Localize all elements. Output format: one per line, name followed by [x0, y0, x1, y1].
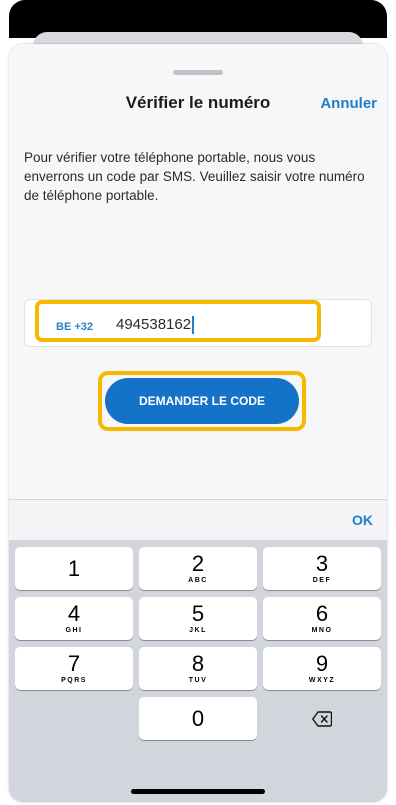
key-3[interactable]: 3 DEF	[263, 547, 381, 590]
key-7[interactable]: 7 PQRS	[15, 647, 133, 690]
phone-number-input[interactable]: 494538162	[116, 314, 195, 336]
country-code-selector[interactable]: BE +32	[56, 320, 93, 334]
cancel-button[interactable]: Annuler	[320, 95, 377, 112]
key-6[interactable]: 6 MNO	[263, 597, 381, 640]
key-digit: 4	[67, 601, 81, 626]
key-digit: 0	[191, 706, 205, 731]
delete-key[interactable]	[263, 697, 381, 740]
key-digit: 6	[315, 601, 329, 626]
keyboard-toolbar: OK	[9, 499, 387, 540]
key-digit: 8	[191, 651, 205, 676]
key-letters: PQRS	[61, 677, 87, 684]
key-2[interactable]: 2 ABC	[139, 547, 257, 590]
key-9[interactable]: 9 WXYZ	[263, 647, 381, 690]
key-digit: 5	[191, 601, 205, 626]
numeric-keypad: 1 2 ABC 3 DEF 4 GHI 5 JKL 6 MNO 7 PQRS 8…	[9, 540, 387, 802]
ok-button[interactable]: OK	[352, 512, 373, 528]
description-text: Pour vérifier votre téléphone portable, …	[24, 150, 365, 203]
key-letters: JKL	[189, 627, 207, 634]
key-letters: ABC	[188, 577, 208, 584]
key-digit: 3	[315, 551, 329, 576]
phone-screen: Vérifier le numéro Annuler Pour vérifier…	[9, 44, 387, 802]
key-digit: 1	[67, 556, 81, 581]
backspace-icon	[312, 710, 332, 727]
key-5[interactable]: 5 JKL	[139, 597, 257, 640]
key-letters: TUV	[188, 677, 208, 684]
key-0[interactable]: 0	[139, 697, 257, 740]
key-letters: GHI	[65, 627, 83, 634]
home-indicator[interactable]	[131, 789, 265, 794]
key-4[interactable]: 4 GHI	[15, 597, 133, 640]
text-cursor	[192, 316, 195, 334]
key-digit: 7	[67, 651, 81, 676]
key-digit: 9	[315, 651, 329, 676]
phone-number-value: 494538162	[116, 316, 192, 333]
key-letters: DEF	[312, 577, 332, 584]
request-code-button[interactable]: DEMANDER LE CODE	[105, 378, 299, 424]
verify-sheet: Vérifier le numéro Annuler Pour vérifier…	[9, 44, 387, 499]
key-letters: WXYZ	[308, 677, 336, 684]
key-digit: 2	[191, 551, 205, 576]
key-1[interactable]: 1	[15, 547, 133, 590]
key-letters: MNO	[311, 627, 333, 634]
key-8[interactable]: 8 TUV	[139, 647, 257, 690]
sheet-grabber[interactable]	[173, 70, 223, 75]
